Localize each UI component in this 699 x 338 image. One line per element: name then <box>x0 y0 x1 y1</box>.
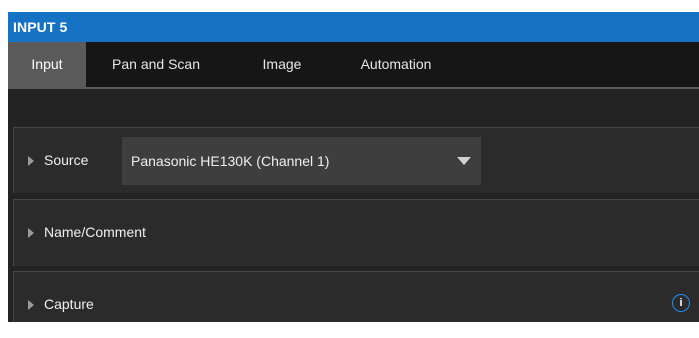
source-selected-value: Panasonic HE130K (Channel 1) <box>131 153 330 169</box>
input-properties-window: INPUT 5 Input Pan and Scan Image Automat… <box>8 12 699 322</box>
triangle-right-icon[interactable] <box>28 300 34 310</box>
capture-section[interactable]: Capture i <box>13 271 699 322</box>
tab-image[interactable]: Image <box>246 42 318 87</box>
window-title: INPUT 5 <box>8 12 699 42</box>
name-comment-section[interactable]: Name/Comment <box>13 199 699 266</box>
triangle-right-icon[interactable] <box>28 156 34 166</box>
source-dropdown[interactable]: Panasonic HE130K (Channel 1) <box>122 137 481 185</box>
source-label: Source <box>44 152 89 168</box>
tab-automation[interactable]: Automation <box>342 42 450 87</box>
tab-strip: Input Pan and Scan Image Automation <box>8 42 699 87</box>
source-section: Source Panasonic HE130K (Channel 1) <box>13 127 699 193</box>
tab-input[interactable]: Input <box>8 42 86 87</box>
tab-pan-and-scan[interactable]: Pan and Scan <box>100 42 212 87</box>
tab-underline <box>8 87 699 89</box>
chevron-down-icon <box>457 157 471 165</box>
triangle-right-icon[interactable] <box>28 228 34 238</box>
info-icon[interactable]: i <box>672 294 690 312</box>
capture-label: Capture <box>44 296 94 312</box>
name-comment-label: Name/Comment <box>44 224 146 240</box>
